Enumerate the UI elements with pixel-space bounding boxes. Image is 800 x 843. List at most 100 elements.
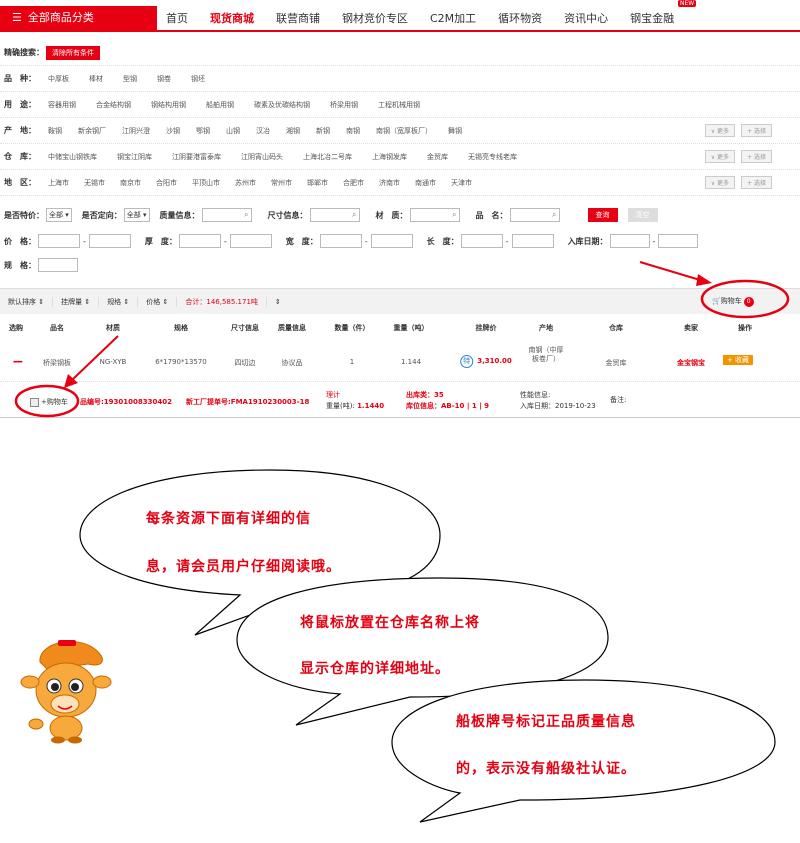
filter-option[interactable]: 江阴兴澄 [122,126,150,136]
sort-spec[interactable]: 规格 ⇕ [99,296,139,307]
filter-option[interactable]: 南钢（宽厚板厂） [376,126,432,136]
collapse-icon[interactable]: − [12,354,24,370]
nav-item-finance[interactable]: 钢宝金融 [630,10,674,26]
filter-option[interactable]: 碳素及优碳结构钢 [254,100,310,110]
filter-option[interactable]: 合阳市 [156,178,177,188]
filter-option[interactable]: 上海市 [48,178,69,188]
filter-option[interactable]: 江阴宵山码头 [241,152,283,162]
add-to-cart[interactable]: +购物车 [30,397,68,408]
special-price-select[interactable]: 全部 ▾ [46,208,72,222]
material-input[interactable]: ⌕ [409,208,460,222]
length-max-input[interactable] [511,234,554,248]
filter-option[interactable]: 平顶山市 [192,178,220,188]
cart-checkbox[interactable] [30,397,39,407]
spec-input[interactable] [38,258,78,272]
nav-item-news[interactable]: 资讯中心 [564,10,608,26]
cell-seller[interactable]: 金宝钢宝 [677,358,705,368]
filter-option[interactable]: 合金结构钢 [96,100,131,110]
filter-option[interactable]: 中厚板 [48,74,69,84]
directed-select[interactable]: 全部 ▾ [123,208,150,222]
filter-option[interactable]: 棒材 [89,74,103,84]
location-info: 库位信息：AB-10 | 1 | 9 [406,402,490,410]
filter-option[interactable]: 南京市 [120,178,141,188]
sort-default[interactable]: 默认排序 ⇕ [0,296,54,307]
query-button[interactable]: 查询 [587,208,618,222]
filter-option[interactable]: 钢坯 [191,74,205,84]
sort-price[interactable]: 价格 ⇕ [138,296,178,307]
filter-option[interactable]: 中储宝山钢铁库 [48,152,97,162]
filter-option[interactable]: 容器用钢 [48,100,76,110]
sort-listing-qty[interactable]: 挂牌量 ⇕ [53,296,100,307]
filter-option[interactable]: 桥梁用钢 [330,100,358,110]
nav-item-joint-stores[interactable]: 联营商铺 [276,10,320,26]
filter-option[interactable]: 金贸库 [427,152,448,162]
filter-option[interactable]: 湘钢 [286,126,300,136]
thickness-max-input[interactable] [229,234,272,248]
more-button[interactable]: ∨ 更多 [704,150,736,163]
multi-select-button[interactable]: + 选择 [741,176,772,189]
all-categories-button[interactable]: ☰ 全部商品分类 [0,6,157,30]
more-button[interactable]: ∨ 更多 [704,124,736,137]
filter-option[interactable]: 南通市 [415,178,436,188]
clear-conditions-button[interactable]: 清除所有条件 [46,45,100,60]
more-button[interactable]: ∨ 更多 [704,176,736,189]
multi-select-button[interactable]: + 选择 [741,150,772,163]
filter-option[interactable]: 无锡市 [84,178,105,188]
filter-option[interactable]: 鞍钢 [48,126,62,136]
filter-option[interactable]: 上海北冶二号库 [303,152,352,162]
cell-warehouse[interactable]: 金贸库 [606,358,627,368]
filter-option[interactable]: 济南市 [379,178,400,188]
nav-item-c2m[interactable]: C2M加工 [430,10,476,26]
size-input[interactable]: ⌕ [309,208,360,222]
filter-option[interactable]: 苏州市 [235,178,256,188]
filter-option[interactable]: 新余钢厂 [78,126,106,136]
filter-option[interactable]: 鄂钢 [196,126,210,136]
filter-option[interactable]: 无锡亮专线老库 [468,152,517,162]
filter-option[interactable]: 邯郸市 [307,178,328,188]
nav-item-home[interactable]: 首页 [166,10,188,26]
speech-bubble-1 [79,469,441,636]
thickness-min-input[interactable] [178,234,221,248]
filter-option[interactable]: 上海钢发库 [372,152,407,162]
cart-button[interactable]: 🛒购物车 0 [712,296,754,307]
cell-qty: 1 [349,358,355,366]
filter-option[interactable]: 钢结构用钢 [151,100,186,110]
filter-label: 仓 库： [4,152,36,161]
nav-item-bidding[interactable]: 钢材竞价专区 [342,10,408,26]
multi-select-button[interactable]: + 选择 [741,124,772,137]
filter-row-warehouse: 仓 库： 中储宝山钢铁库 钢宝江阴库 江阴要港富泰库 江阴宵山码头 上海北冶二号… [0,144,800,170]
filter-option[interactable]: 合肥市 [343,178,364,188]
filter-option[interactable]: 船舶用钢 [206,100,234,110]
filter-option[interactable]: 钢卷 [157,74,171,84]
price-max-input[interactable] [88,234,131,248]
length-min-input[interactable] [460,234,503,248]
sort-total-toggle[interactable]: ⇕ [267,298,289,306]
width-min-input[interactable] [319,234,362,248]
collect-button[interactable]: + 收藏 [722,355,754,365]
nav-item-recycling[interactable]: 循环物资 [498,10,542,26]
product-name-label: 品 名： [475,210,508,220]
filter-option[interactable]: 型钢 [123,74,137,84]
filter-option[interactable]: 山钢 [226,126,240,136]
filter-option[interactable]: 沙钢 [166,126,180,136]
filter-option[interactable]: 常州市 [271,178,292,188]
filter-option[interactable]: 舞钢 [448,126,462,136]
filter-option[interactable]: 南钢 [346,126,360,136]
in-date-end-input[interactable] [658,234,699,248]
reset-button[interactable]: 清空 [627,208,658,222]
filter-option[interactable]: 新钢 [316,126,330,136]
price-min-input[interactable] [38,234,80,248]
quality-input[interactable]: ⌕ [201,208,252,222]
product-name-input[interactable]: ⌕ [509,208,560,222]
filter-option[interactable]: 天津市 [451,178,472,188]
in-date-start-input[interactable] [609,234,650,248]
filter-option[interactable]: 工程机械用钢 [378,100,420,110]
speech-bubble-2 [236,577,609,726]
nav-item-spot-mall[interactable]: 现货商城 [210,10,254,26]
filter-option[interactable]: 汉冶 [256,126,270,136]
cow-mascot-icon [20,640,112,744]
width-max-input[interactable] [370,234,413,248]
spec-label: 规 格： [4,260,36,270]
filter-option[interactable]: 钢宝江阴库 [117,152,152,162]
filter-option[interactable]: 江阴要港富泰库 [172,152,221,162]
